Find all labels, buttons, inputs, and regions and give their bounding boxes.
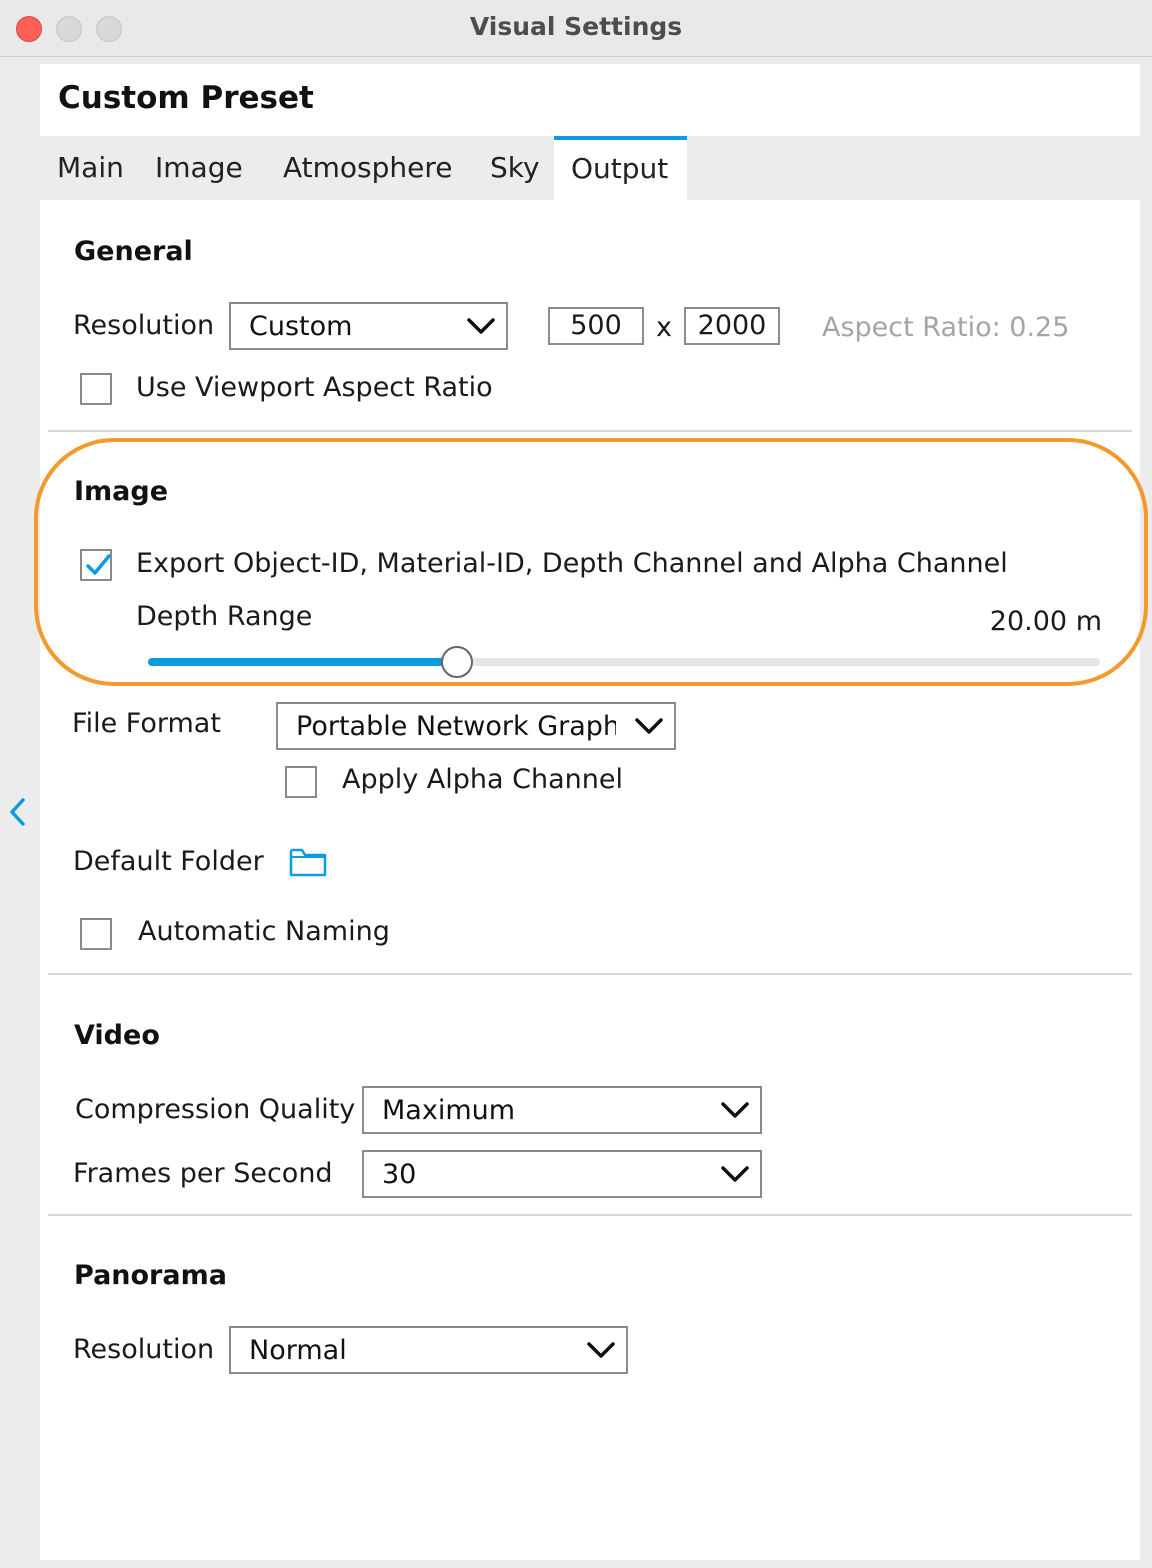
- use-viewport-aspect-label: Use Viewport Aspect Ratio: [136, 372, 493, 403]
- times-sign: x: [656, 312, 672, 343]
- divider: [48, 430, 1132, 432]
- chevron-down-icon: [587, 1342, 615, 1358]
- chevron-down-icon: [467, 318, 495, 334]
- checkmark-icon: [86, 554, 111, 575]
- depth-range-slider-handle[interactable]: [441, 646, 473, 678]
- resolution-label: Resolution: [73, 310, 215, 341]
- depth-range-value: 20.00: [989, 606, 1068, 637]
- depth-range-slider-fill: [148, 658, 457, 666]
- apply-alpha-label: Apply Alpha Channel: [342, 764, 624, 795]
- tab-atmosphere[interactable]: Atmosphere: [266, 136, 470, 200]
- tab-image[interactable]: Image: [138, 136, 260, 200]
- tab-main[interactable]: Main: [40, 136, 141, 200]
- section-video-heading: Video: [74, 1020, 160, 1051]
- width-input[interactable]: 500: [548, 307, 644, 345]
- panorama-resolution-label: Resolution: [73, 1334, 215, 1365]
- depth-range-label: Depth Range: [136, 601, 313, 632]
- apply-alpha-checkbox[interactable]: [285, 766, 317, 798]
- frames-per-second-label: Frames per Second: [73, 1158, 333, 1189]
- chevron-down-icon: [635, 718, 663, 734]
- panorama-resolution-select[interactable]: Normal: [229, 1326, 628, 1374]
- chevron-down-icon: [721, 1166, 749, 1182]
- divider: [48, 1214, 1132, 1216]
- file-format-label: File Format: [72, 708, 221, 739]
- section-panorama-heading: Panorama: [74, 1260, 227, 1291]
- compression-quality-select[interactable]: Maximum: [362, 1086, 762, 1134]
- folder-icon[interactable]: [289, 846, 327, 878]
- frames-per-second-select[interactable]: 30: [362, 1150, 762, 1198]
- preset-title: Custom Preset: [58, 80, 314, 116]
- tab-sky[interactable]: Sky: [473, 136, 557, 200]
- use-viewport-aspect-checkbox[interactable]: [80, 373, 112, 405]
- aspect-ratio-readout: Aspect Ratio: 0.25: [822, 312, 1070, 343]
- tab-output[interactable]: Output: [554, 136, 687, 200]
- export-channels-label: Export Object-ID, Material-ID, Depth Cha…: [136, 548, 1008, 579]
- file-format-select[interactable]: Portable Network Graphics: [276, 702, 676, 750]
- depth-range-unit: m: [1075, 606, 1102, 637]
- window-title: Visual Settings: [469, 12, 683, 41]
- resolution-select-value: Custom: [249, 310, 353, 342]
- compression-quality-value: Maximum: [382, 1094, 516, 1126]
- automatic-naming-checkbox[interactable]: [80, 918, 112, 950]
- automatic-naming-label: Automatic Naming: [138, 916, 390, 947]
- default-folder-label: Default Folder: [73, 846, 264, 877]
- height-input[interactable]: 2000: [684, 307, 780, 345]
- chevron-down-icon: [721, 1102, 749, 1118]
- chevron-left-icon[interactable]: [6, 796, 30, 828]
- resolution-select[interactable]: Custom: [229, 302, 508, 350]
- file-format-select-value: Portable Network Graphics: [296, 710, 616, 742]
- frames-per-second-value: 30: [382, 1158, 417, 1190]
- compression-quality-label: Compression Quality: [75, 1094, 356, 1125]
- panorama-resolution-value: Normal: [249, 1334, 347, 1366]
- section-general-heading: General: [74, 236, 193, 267]
- divider: [48, 973, 1132, 975]
- depth-range-readout: 20.00 m: [990, 606, 1102, 637]
- section-image-heading: Image: [74, 476, 169, 507]
- export-channels-checkbox[interactable]: [80, 549, 112, 581]
